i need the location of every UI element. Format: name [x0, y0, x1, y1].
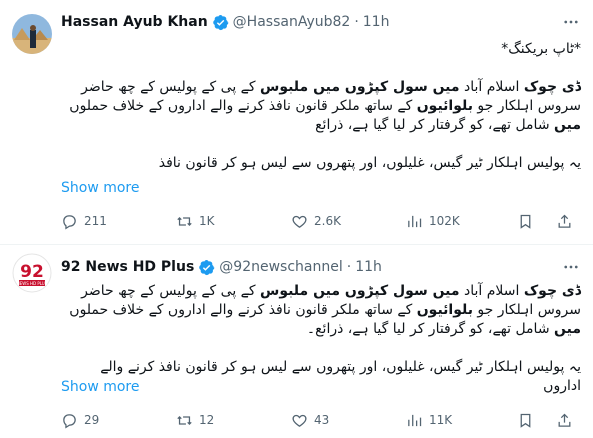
text-bold: ڈی چوک	[523, 283, 581, 299]
tweet-actions: 211 1K 2.6K 102K	[56, 210, 581, 232]
tweet-header: Hassan Ayub Khan @HassanAyub82 · 11h	[61, 12, 389, 32]
text-span: کے ساتھ ملکر قانون نافذ کرنے والے اداروں…	[69, 302, 417, 318]
tweet-header: 92 News HD Plus @92newschannel · 11h	[61, 257, 382, 277]
views-count: 11K	[429, 413, 453, 427]
author-handle[interactable]: @92newschannel	[219, 259, 342, 275]
text-paragraph: ڈی چوک اسلام آباد میں سول کپڑوں میں ملبو…	[61, 282, 581, 339]
bookmark-icon	[520, 413, 531, 428]
show-more-link[interactable]: Show more	[61, 180, 140, 196]
avatar-92-news[interactable]: 92 NEWS HD PLUS	[12, 253, 52, 293]
like-button[interactable]: 2.6K	[291, 210, 341, 232]
text-line: یہ پولیس اہلکار ٹیر گیس، غلیلوں، اور پتھ…	[158, 155, 581, 171]
views-icon	[408, 414, 422, 426]
verified-badge-icon	[198, 259, 215, 276]
bookmark-button[interactable]	[517, 210, 540, 232]
avatar-hassan-ayub-khan[interactable]	[12, 14, 52, 54]
tweet-text: *ٹاپ بریکنگ* ڈی چوک اسلام آباد میں سول ک…	[61, 40, 581, 173]
timestamp[interactable]: 11h	[355, 259, 382, 275]
author-name[interactable]: 92 News HD Plus	[61, 259, 194, 275]
text-bold: بلوائیوں	[416, 302, 473, 318]
reply-button[interactable]: 211	[61, 210, 107, 232]
repost-count: 12	[199, 413, 215, 427]
text-span: شامل تھے، کو گرفتار کر لیا گیا ہے، ذرائع	[315, 117, 555, 133]
text-span: کے ساتھ ملکر قانون نافذ کرنے والے اداروں…	[69, 98, 417, 114]
like-count: 2.6K	[314, 214, 341, 228]
text-span: اسلام آباد	[459, 79, 524, 95]
like-icon	[292, 215, 307, 228]
reply-button[interactable]: 29	[61, 409, 99, 431]
separator-dot: ·	[354, 14, 359, 30]
verified-badge-icon	[212, 14, 229, 31]
bookmark-button[interactable]	[517, 409, 540, 431]
more-icon[interactable]	[561, 257, 581, 277]
repost-count: 1K	[199, 214, 215, 228]
text-paragraph: ڈی چوک اسلام آباد میں سول کپڑوں میں ملبو…	[61, 78, 581, 135]
author-handle[interactable]: @HassanAyub82	[233, 14, 351, 30]
like-button[interactable]: 43	[291, 409, 329, 431]
reply-count: 211	[84, 214, 107, 228]
repost-icon	[177, 216, 192, 226]
repost-button[interactable]: 12	[176, 409, 214, 431]
avatar-logo-text: 92	[20, 262, 44, 282]
repost-button[interactable]: 1K	[176, 210, 215, 232]
text-bold: میں	[554, 117, 581, 133]
share-button[interactable]	[556, 210, 579, 232]
text-span: اسلام آباد	[459, 283, 524, 299]
repost-icon	[177, 415, 192, 425]
bookmark-icon	[520, 214, 531, 229]
reply-icon	[63, 413, 76, 429]
tweet-actions: 29 12 43 11K	[56, 409, 581, 431]
views-count: 102K	[429, 214, 460, 228]
share-icon	[558, 413, 571, 427]
share-button[interactable]	[556, 409, 579, 431]
share-icon	[558, 214, 571, 228]
text-bold: میں سول کپڑوں میں ملبوس	[260, 283, 460, 299]
reply-icon	[63, 214, 76, 230]
views-icon	[408, 215, 422, 227]
like-icon	[292, 414, 307, 427]
separator-dot: ·	[346, 259, 352, 275]
show-more-link[interactable]: Show more	[61, 379, 140, 395]
text-bold: ڈی چوک	[523, 79, 581, 95]
text-bold: میں	[554, 321, 581, 337]
views-button[interactable]: 102K	[406, 210, 460, 232]
avatar-logo-subtext: NEWS HD PLUS	[17, 281, 48, 286]
views-button[interactable]: 11K	[406, 409, 452, 431]
reply-count: 29	[84, 413, 100, 427]
author-name[interactable]: Hassan Ayub Khan	[61, 14, 208, 30]
timestamp[interactable]: 11h	[363, 14, 390, 30]
text-bold: بلوائیوں	[416, 98, 473, 114]
more-icon[interactable]	[561, 12, 581, 32]
text-span: شامل تھے، کو گرفتار کر لیا گیا ہے، ذرائع…	[306, 321, 555, 337]
text-bold: میں سول کپڑوں میں ملبوس	[260, 79, 460, 95]
like-count: 43	[314, 413, 330, 427]
text-line: *ٹاپ بریکنگ*	[501, 41, 581, 57]
